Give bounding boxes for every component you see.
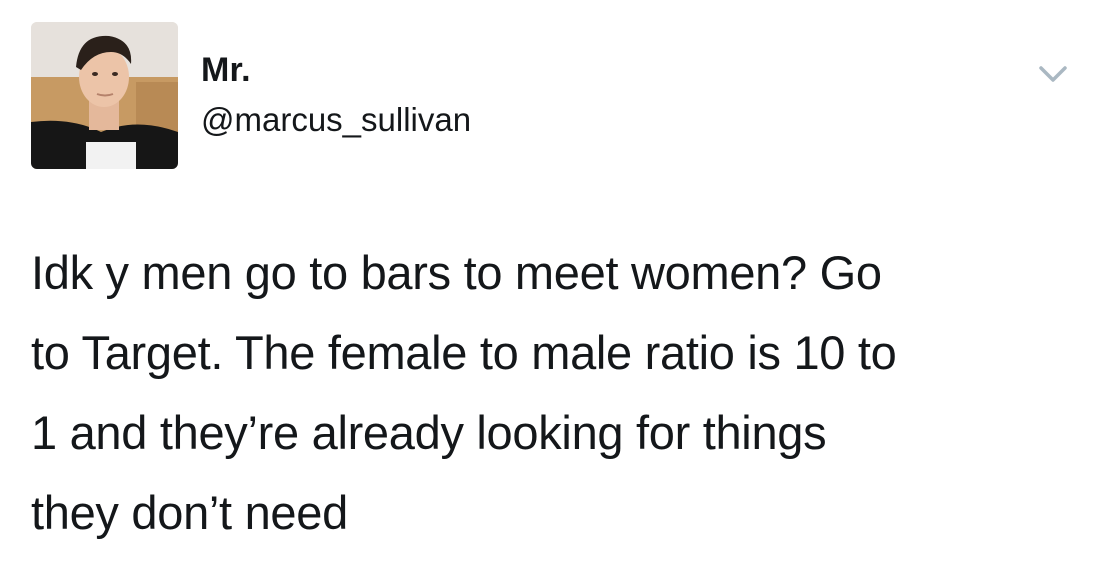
author-avatar[interactable] — [31, 22, 178, 169]
tweet-text-line: they don’t need — [31, 486, 348, 539]
tweet-text: Idk y men go to bars to meet women? Go t… — [31, 233, 1071, 553]
author-handle[interactable]: @marcus_sullivan — [201, 100, 471, 140]
tweet-text-line: to Target. The female to male ratio is 1… — [31, 326, 897, 379]
tweet-card: Mr. @marcus_sullivan Idk y men go to bar… — [0, 0, 1100, 566]
tweet-text-line: Idk y men go to bars to meet women? Go — [31, 246, 882, 299]
tweet-text-line: 1 and they’re already looking for things — [31, 406, 827, 459]
chevron-down-icon[interactable] — [1033, 60, 1073, 90]
author-display-name[interactable]: Mr. — [201, 50, 251, 90]
avatar-image — [31, 22, 178, 169]
